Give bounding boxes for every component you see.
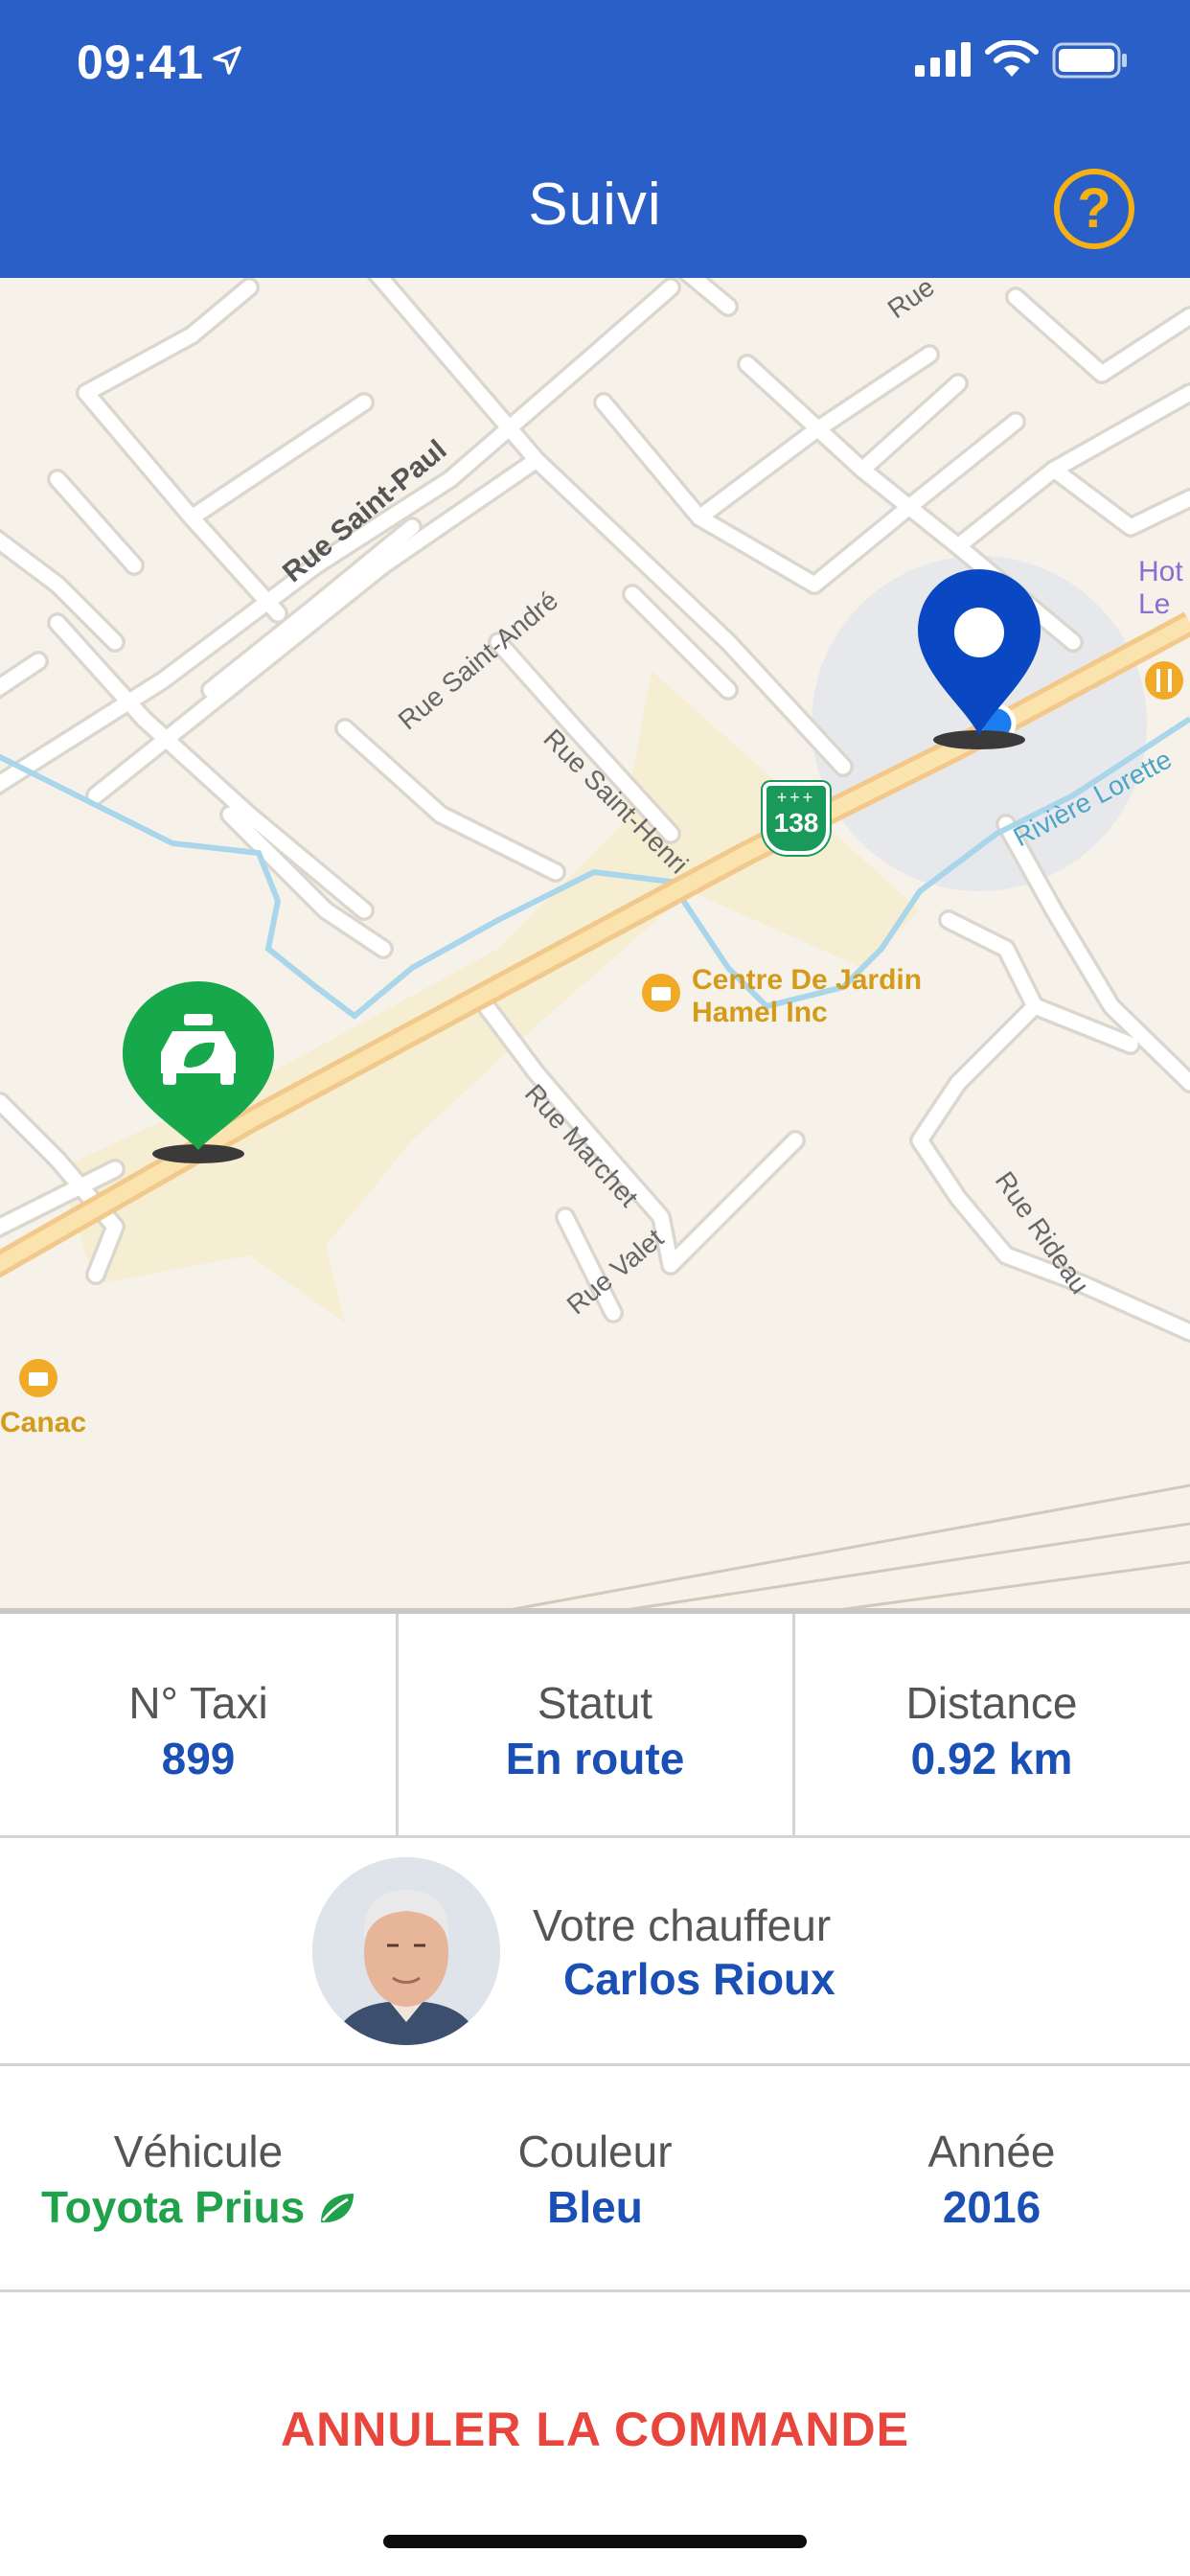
route-shield: +++ 138 bbox=[763, 782, 830, 855]
driver-name: Carlos Rioux bbox=[563, 1954, 835, 2004]
status-time: 09:41 bbox=[77, 35, 204, 89]
driver-row: Votre chauffeur Carlos Rioux bbox=[0, 1838, 1190, 2066]
route-number: 138 bbox=[773, 808, 819, 838]
distance-label: Distance bbox=[905, 1678, 1078, 1728]
destination-pin-icon[interactable] bbox=[910, 565, 1048, 757]
map-base bbox=[0, 278, 1190, 1612]
cellular-signal-icon bbox=[915, 42, 971, 77]
status-cell: Statut En route bbox=[397, 1614, 793, 1835]
trip-info-row: N° Taxi 899 Statut En route Distance 0.9… bbox=[0, 1614, 1190, 1838]
taxi-number-value: 899 bbox=[161, 1734, 236, 1783]
help-button[interactable]: ? bbox=[1054, 169, 1134, 249]
color-label: Couleur bbox=[517, 2127, 673, 2176]
year-value: 2016 bbox=[942, 2182, 1041, 2232]
page-title: Suivi bbox=[528, 172, 662, 238]
vehicle-row: Véhicule Toyota Prius Couleur Bleu Année… bbox=[0, 2066, 1190, 2292]
location-arrow-icon bbox=[213, 46, 241, 75]
taxi-pin-icon[interactable] bbox=[119, 978, 278, 1169]
poi-garden-label: Centre De Jardin Hamel Inc bbox=[692, 964, 923, 1028]
year-label: Année bbox=[927, 2127, 1056, 2176]
top-bar: 09:41 Suivi ? bbox=[0, 0, 1190, 278]
eco-leaf-icon bbox=[320, 2194, 354, 2222]
status-value: En route bbox=[505, 1734, 685, 1783]
wifi-icon bbox=[985, 40, 1039, 77]
vehicle-label: Véhicule bbox=[113, 2127, 284, 2176]
poi-canac-label: Canac bbox=[0, 1407, 87, 1438]
cancel-order-button[interactable]: ANNULER LA COMMANDE bbox=[0, 2402, 1190, 2457]
battery-icon bbox=[1052, 42, 1127, 79]
color-value: Bleu bbox=[547, 2182, 643, 2232]
home-indicator[interactable] bbox=[383, 2535, 807, 2548]
tracking-map[interactable]: Rue Saint-Paul Rue Saint-André Rue Saint… bbox=[0, 278, 1190, 1612]
vehicle-value: Toyota Prius bbox=[41, 2182, 306, 2232]
poi-hotel-label: Hot Le bbox=[1138, 556, 1183, 620]
taxi-number-label: N° Taxi bbox=[128, 1678, 268, 1728]
color-cell: Couleur Bleu bbox=[397, 2066, 793, 2289]
distance-value: 0.92 km bbox=[910, 1734, 1073, 1783]
vehicle-cell: Véhicule Toyota Prius bbox=[0, 2066, 397, 2289]
distance-cell: Distance 0.92 km bbox=[793, 1614, 1190, 1835]
driver-label: Votre chauffeur bbox=[533, 1900, 832, 1950]
driver-photo bbox=[312, 1857, 500, 2045]
taxi-number-cell: N° Taxi 899 bbox=[0, 1614, 397, 1835]
status-label: Statut bbox=[537, 1678, 653, 1728]
vehicle-value-wrap: Toyota Prius bbox=[0, 2181, 397, 2233]
driver-avatar bbox=[312, 1857, 500, 2045]
year-cell: Année 2016 bbox=[793, 2066, 1190, 2289]
